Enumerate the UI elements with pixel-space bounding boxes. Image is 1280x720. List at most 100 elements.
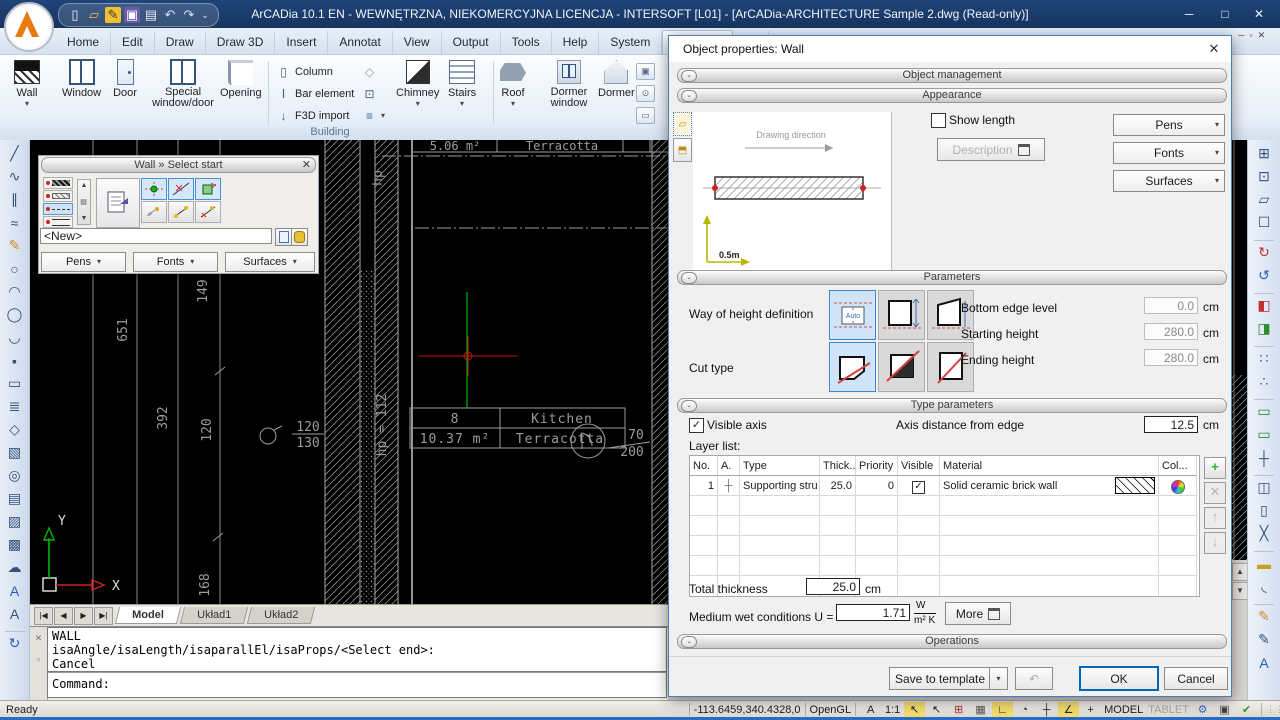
command-input[interactable]: Command: [47, 672, 667, 698]
scroll-down-icon[interactable]: ▼ [1232, 582, 1248, 600]
section-appearance[interactable]: ⌄ Appearance [677, 88, 1227, 103]
u-value-input[interactable]: 1.71 [836, 604, 910, 621]
rotate-icon[interactable]: ↻ [1252, 241, 1276, 264]
next-sheet-icon[interactable]: ▶ [74, 607, 93, 625]
layer-table[interactable]: No. A. Type Thick... Priority Visible Ma… [689, 455, 1200, 597]
col-color[interactable]: Col... [1159, 456, 1197, 476]
roof-panel-button[interactable]: ◇ [362, 63, 377, 81]
draw-polygon-icon[interactable]: ◇ [3, 418, 27, 441]
door-button[interactable]: Door [112, 59, 138, 99]
array-icon[interactable]: ∷ [1252, 347, 1276, 370]
toolbox-title-bar[interactable]: Wall » Select start ✕ [41, 157, 316, 173]
scroll-up-icon[interactable]: ▲ [1232, 563, 1248, 581]
open-file-icon[interactable]: ▱ [86, 7, 102, 23]
col-material[interactable]: Material [940, 456, 1159, 476]
spin-down-icon[interactable]: ▼ [81, 215, 88, 222]
col-a[interactable]: A. [718, 456, 740, 476]
boundary-icon[interactable]: ▭ [1252, 400, 1276, 423]
toolbox-fonts-button[interactable]: Fonts ▾ [133, 252, 218, 272]
ribbon-tab[interactable]: System [599, 31, 662, 54]
mirror-3d-icon[interactable]: ◨ [1252, 317, 1276, 340]
library-button[interactable] [291, 228, 308, 246]
otrack-icon[interactable]: ∠ [1058, 702, 1079, 718]
command-pin-icon[interactable]: ▫ [30, 654, 47, 664]
fonts-button[interactable]: Fonts ▾ [1113, 142, 1225, 164]
box-3d-icon[interactable]: ◫ [1252, 476, 1276, 499]
sheet-tab[interactable]: Model [115, 607, 181, 624]
dormer-window-button[interactable]: Dormer window [540, 59, 598, 109]
bottom-edge-input[interactable]: 0.0 [1144, 297, 1198, 314]
maximize-button[interactable]: □ [1210, 3, 1240, 25]
save-to-template-button[interactable]: Save to template [889, 667, 991, 690]
draw-polyline-icon[interactable]: ∿ [3, 165, 27, 188]
new-preset-button[interactable] [275, 228, 292, 246]
roof-button[interactable]: Roof ▾ [500, 59, 526, 107]
mdi-restore-icon[interactable]: ▫ [1249, 30, 1252, 41]
ribbon-tab[interactable]: Output [442, 31, 501, 54]
osnap-icon[interactable]: ┼ [1036, 702, 1057, 718]
redo-icon[interactable]: ↷ [181, 7, 197, 23]
mdi-minimize-icon[interactable]: ─ [1238, 30, 1244, 41]
fillet-icon[interactable]: ◟ [1252, 575, 1276, 598]
snap-perpendicular-button[interactable] [195, 201, 221, 223]
wall-properties-button[interactable] [96, 178, 140, 228]
draw-donut-icon[interactable]: ◎ [3, 464, 27, 487]
snap-intersection-button[interactable] [168, 178, 194, 200]
qat-more-icon[interactable]: ⌄ [200, 7, 210, 23]
description-button[interactable]: Description [937, 138, 1045, 161]
bar-element-button[interactable]: Ⅰ Bar element [276, 85, 354, 103]
grid-icon[interactable]: ▦ [970, 702, 991, 718]
select-region-icon[interactable]: ☐ [1252, 211, 1276, 234]
snap-midpoint-button[interactable] [168, 201, 194, 223]
draw-multiline-icon[interactable]: ≣ [3, 395, 27, 418]
col-type[interactable]: Type [740, 456, 820, 476]
section-type-parameters[interactable]: ⌄ Type parameters [677, 398, 1227, 413]
cancel-button[interactable]: Cancel [1164, 667, 1228, 690]
snap-endpoint-button[interactable] [195, 178, 221, 200]
save-template-dropdown[interactable]: ▾ [989, 667, 1008, 690]
snap-point-button[interactable] [141, 178, 167, 200]
annotation-visibility-icon[interactable]: ↖ [904, 702, 925, 718]
panorama-button[interactable]: ▭ [636, 107, 655, 124]
settings-gear-icon[interactable]: ⚙ [1192, 702, 1213, 718]
export-icon[interactable]: ▤ [143, 7, 159, 23]
col-visible[interactable]: Visible [898, 456, 940, 476]
last-sheet-icon[interactable]: ▶| [94, 607, 113, 625]
trim-icon[interactable]: ┼ [1252, 446, 1276, 469]
text-small-icon[interactable]: A [3, 602, 27, 625]
prev-sheet-icon[interactable]: ◀ [54, 607, 73, 625]
view-3d-button[interactable]: ⬒ [673, 138, 692, 162]
wall-type-option-2[interactable] [43, 190, 73, 202]
rotate-3d-icon[interactable]: ↺ [1252, 264, 1276, 287]
edit-text-icon[interactable]: A [1252, 651, 1276, 674]
starting-height-input[interactable]: 280.0 [1144, 323, 1198, 340]
lines-button[interactable]: ≡ ▾ [362, 107, 385, 125]
ribbon-tab[interactable]: Annotat [328, 31, 392, 54]
delete-layer-button[interactable]: ✕ [1204, 482, 1226, 504]
grid-snap-icon[interactable]: ⊞ [948, 702, 969, 718]
command-close-icon[interactable]: ✕ [30, 633, 47, 644]
row-thickness[interactable]: 25.0 [820, 476, 856, 496]
array-path-icon[interactable]: ∴ [1252, 370, 1276, 393]
more-button[interactable]: More [945, 602, 1011, 625]
wall-preset-input[interactable]: <New> [40, 228, 272, 244]
ribbon-tab[interactable]: Home [56, 31, 111, 54]
ribbon-tab[interactable]: View [393, 31, 442, 54]
dialog-close-icon[interactable]: ✕ [1205, 40, 1223, 58]
window-button[interactable]: Window [62, 59, 101, 99]
draw-arc-icon[interactable]: ◠ [3, 280, 27, 303]
frame-button[interactable]: ⊡ [362, 85, 377, 103]
save-icon[interactable]: ▣ [124, 7, 140, 23]
special-window-door-button[interactable]: Special window/door [148, 59, 218, 109]
surfaces-button[interactable]: Surfaces ▾ [1113, 170, 1225, 192]
draw-cloud-icon[interactable]: ☁ [3, 556, 27, 579]
opening-button[interactable]: Opening [220, 59, 262, 99]
polar-icon[interactable]: ◔ [1014, 702, 1035, 718]
wall-type-spinner[interactable]: ▲ ▤ ▼ [77, 179, 91, 225]
edit-spline-icon[interactable]: ✎ [1252, 605, 1276, 628]
render-engine-label[interactable]: OpenGL [810, 704, 852, 716]
cut-type-1-button[interactable] [829, 342, 876, 392]
show-length-checkbox[interactable] [931, 113, 946, 128]
new-file-icon[interactable]: ▯ [67, 7, 83, 23]
draw-callout-icon[interactable]: ▤ [3, 487, 27, 510]
